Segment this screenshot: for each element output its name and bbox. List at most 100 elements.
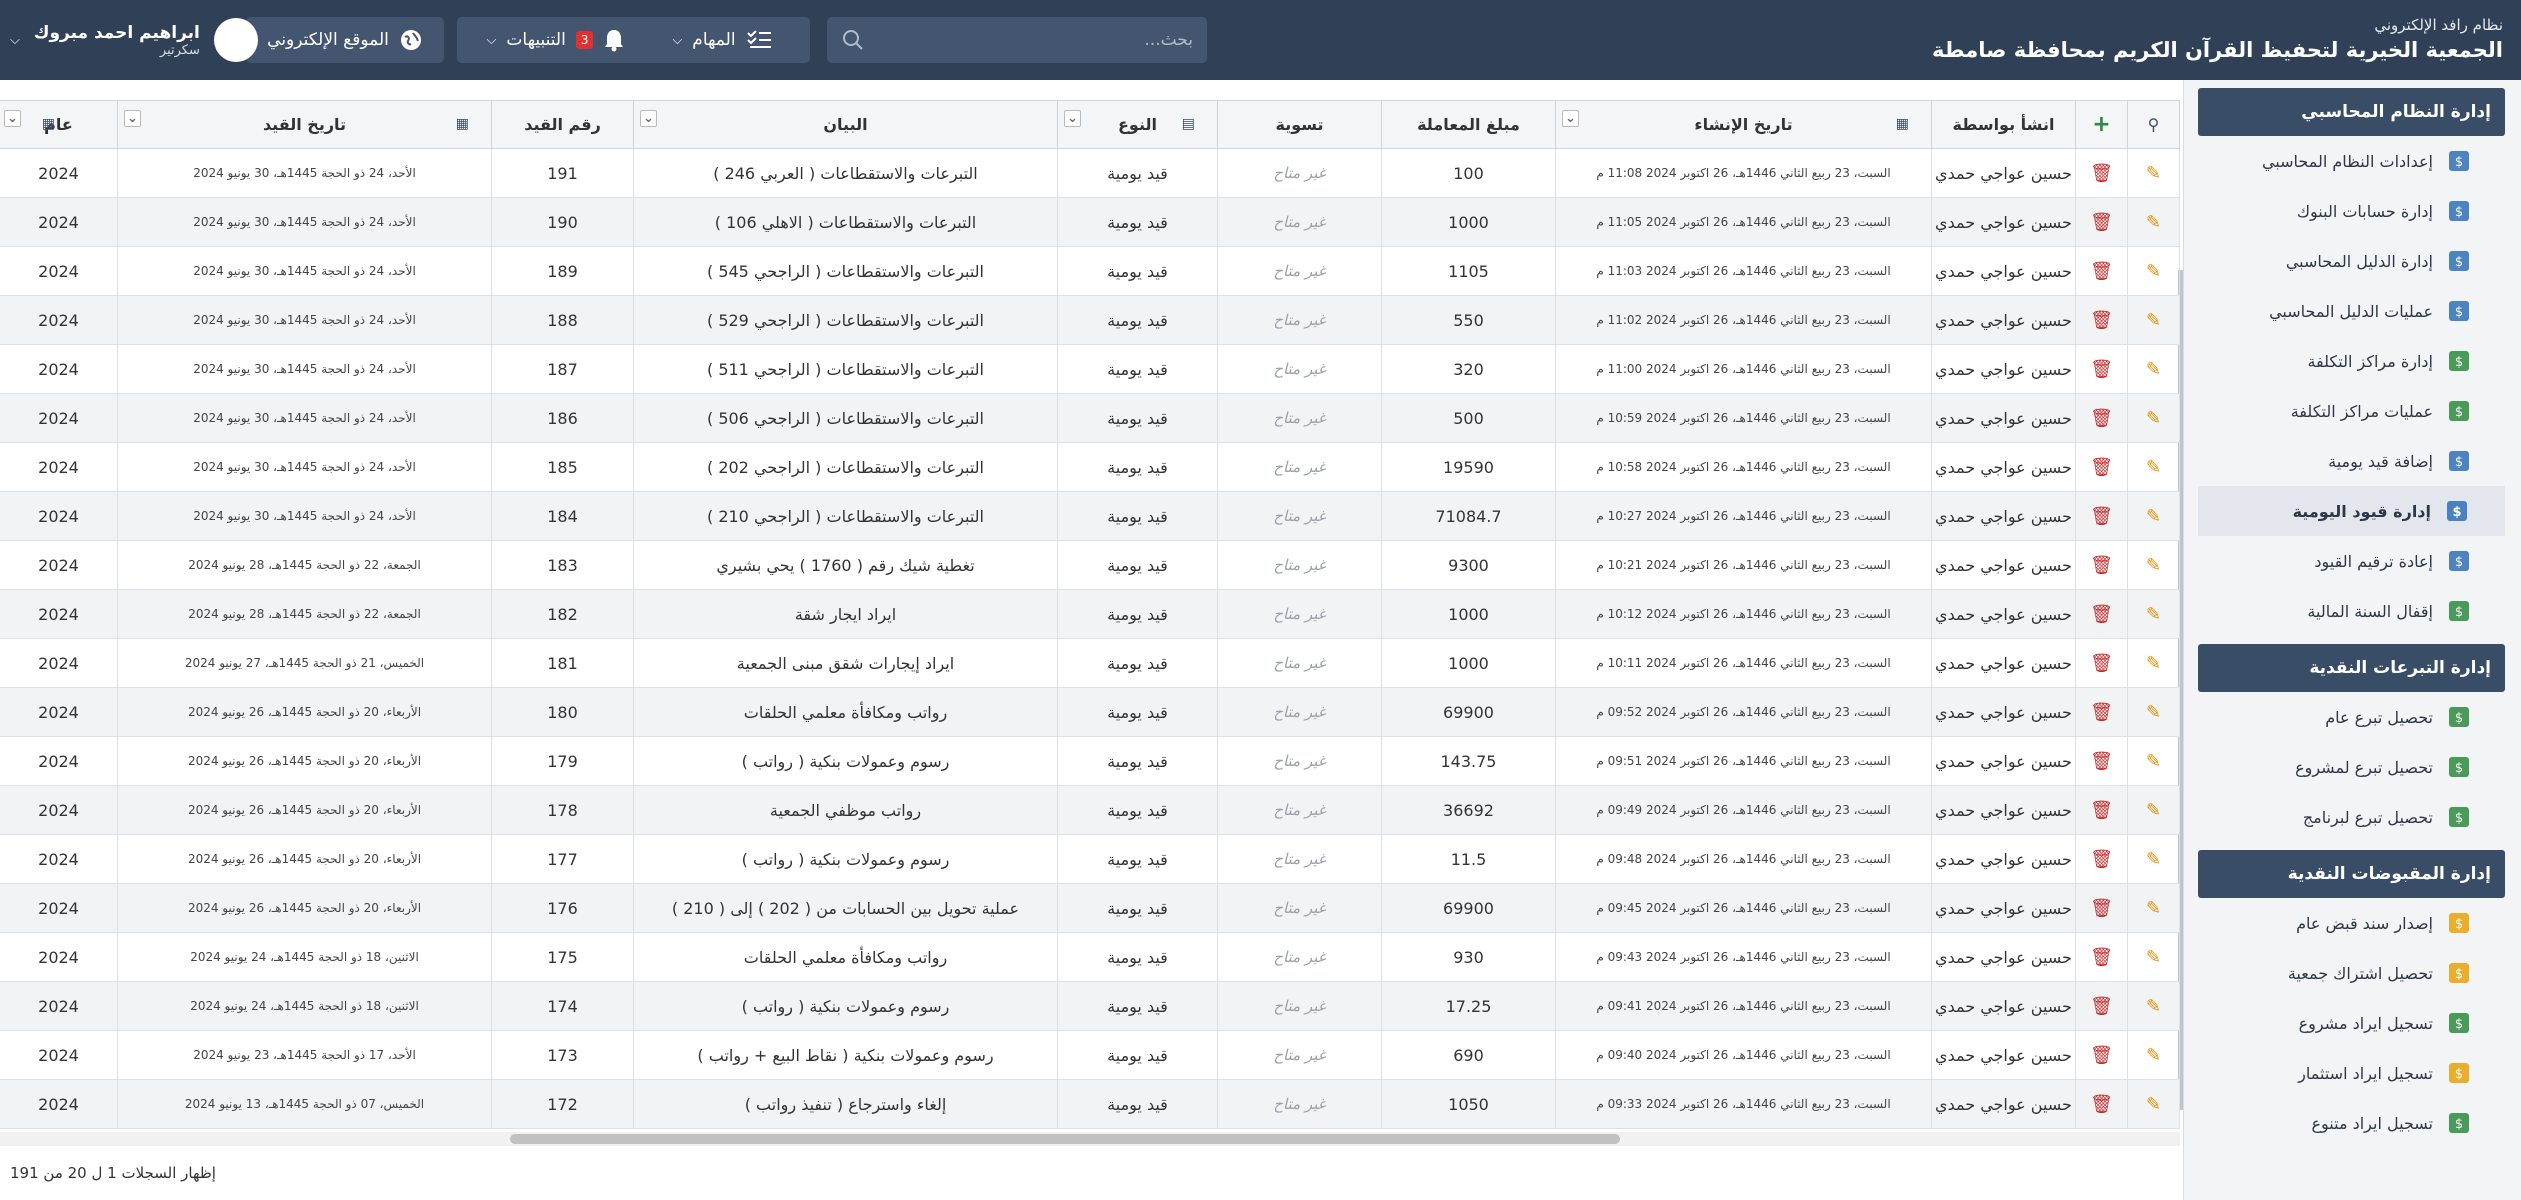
edit-icon[interactable]: ✎ bbox=[2146, 408, 2161, 429]
col-year[interactable]: ▦ عام ⌄ bbox=[0, 100, 118, 149]
col-type[interactable]: ▤ النوع ⌄ bbox=[1057, 100, 1218, 149]
trash-icon[interactable]: 🗑 bbox=[2090, 604, 2113, 625]
edit-icon[interactable]: ✎ bbox=[2146, 702, 2161, 723]
table-row[interactable]: ✎ 🗑 حسين عواجي حمدي السبت، 23 ربيع الثاني 1… bbox=[0, 981, 2180, 1031]
trash-icon[interactable]: 🗑 bbox=[2090, 555, 2113, 576]
edit-icon[interactable]: ✎ bbox=[2146, 898, 2161, 919]
edit-icon[interactable]: ✎ bbox=[2146, 457, 2161, 478]
edit-icon[interactable]: ✎ bbox=[2146, 555, 2161, 576]
trash-icon[interactable]: 🗑 bbox=[2090, 310, 2113, 331]
col-amount[interactable]: مبلغ المعاملة bbox=[1381, 100, 1556, 149]
sidebar-item[interactable]: $ إدارة الدليل المحاسبي bbox=[2184, 236, 2521, 286]
user-menu[interactable]: ⌵ ابراهيم احمد مبروك سكرتير bbox=[10, 16, 258, 64]
sidebar-item[interactable]: $ تحصيل تبرع لبرنامج bbox=[2184, 792, 2521, 842]
edit-icon[interactable]: ✎ bbox=[2146, 604, 2161, 625]
table-row[interactable]: ✎ 🗑 حسين عواجي حمدي السبت، 23 ربيع الثاني 1… bbox=[0, 295, 2180, 345]
avatar[interactable] bbox=[213, 18, 258, 62]
sidebar-item[interactable]: $ إضافة قيد يومية bbox=[2184, 436, 2521, 486]
sidebar-item[interactable]: $ إعادة ترقيم القيود bbox=[2184, 536, 2521, 586]
edit-icon[interactable]: ✎ bbox=[2146, 163, 2161, 184]
chevron-down-icon[interactable]: ⌄ bbox=[4, 110, 21, 127]
trash-icon[interactable]: 🗑 bbox=[2090, 653, 2113, 674]
table-row[interactable]: ✎ 🗑 حسين عواجي حمدي السبت، 23 ربيع الثاني 1… bbox=[0, 687, 2180, 737]
edit-icon[interactable]: ✎ bbox=[2146, 1045, 2161, 1066]
edit-icon[interactable]: ✎ bbox=[2146, 359, 2161, 380]
trash-icon[interactable]: 🗑 bbox=[2090, 212, 2113, 233]
search-input[interactable] bbox=[865, 30, 1193, 50]
website-button[interactable]: الموقع الإلكتروني bbox=[246, 17, 444, 63]
trash-icon[interactable]: 🗑 bbox=[2090, 457, 2113, 478]
search-column-button[interactable]: ⚲ bbox=[2127, 100, 2180, 149]
horizontal-scrollbar[interactable] bbox=[0, 1132, 2180, 1146]
edit-icon[interactable]: ✎ bbox=[2146, 310, 2161, 331]
sidebar-item[interactable]: $ إدارة حسابات البنوك bbox=[2184, 186, 2521, 236]
trash-icon[interactable]: 🗑 bbox=[2090, 702, 2113, 723]
col-statement[interactable]: البيان ⌄ bbox=[633, 100, 1058, 149]
trash-icon[interactable]: 🗑 bbox=[2090, 506, 2113, 527]
table-row[interactable]: ✎ 🗑 حسين عواجي حمدي السبت، 23 ربيع الثاني 1… bbox=[0, 197, 2180, 247]
table-row[interactable]: ✎ 🗑 حسين عواجي حمدي السبت، 23 ربيع الثاني 1… bbox=[0, 932, 2180, 982]
trash-icon[interactable]: 🗑 bbox=[2090, 849, 2113, 870]
scrollbar-thumb[interactable] bbox=[510, 1134, 1620, 1144]
trash-icon[interactable]: 🗑 bbox=[2090, 359, 2113, 380]
sidebar-item[interactable]: $ إصدار سند قبض عام bbox=[2184, 898, 2521, 948]
edit-icon[interactable]: ✎ bbox=[2146, 653, 2161, 674]
table-row[interactable]: ✎ 🗑 حسين عواجي حمدي السبت، 23 ربيع الثاني 1… bbox=[0, 785, 2180, 835]
chevron-down-icon[interactable]: ⌄ bbox=[1064, 110, 1081, 127]
edit-icon[interactable]: ✎ bbox=[2146, 261, 2161, 282]
table-row[interactable]: ✎ 🗑 حسين عواجي حمدي السبت، 23 ربيع الثاني 1… bbox=[0, 638, 2180, 688]
sidebar-item[interactable]: $ تسجيل ايراد متنوع bbox=[2184, 1098, 2521, 1148]
table-row[interactable]: ✎ 🗑 حسين عواجي حمدي السبت، 23 ربيع الثاني 1… bbox=[0, 834, 2180, 884]
trash-icon[interactable]: 🗑 bbox=[2090, 1045, 2113, 1066]
table-row[interactable]: ✎ 🗑 حسين عواجي حمدي السبت، 23 ربيع الثاني 1… bbox=[0, 540, 2180, 590]
chevron-down-icon[interactable]: ⌄ bbox=[640, 110, 657, 127]
trash-icon[interactable]: 🗑 bbox=[2090, 163, 2113, 184]
trash-icon[interactable]: 🗑 bbox=[2090, 996, 2113, 1017]
sidebar-item[interactable]: $ تحصيل تبرع لمشروع bbox=[2184, 742, 2521, 792]
sidebar-item[interactable]: $ إدارة قيود اليومية bbox=[2198, 486, 2505, 536]
edit-icon[interactable]: ✎ bbox=[2146, 996, 2161, 1017]
sidebar-item[interactable]: $ تسجيل ايراد مشروع bbox=[2184, 998, 2521, 1048]
edit-icon[interactable]: ✎ bbox=[2146, 947, 2161, 968]
trash-icon[interactable]: 🗑 bbox=[2090, 261, 2113, 282]
sidebar-item[interactable]: $ إقفال السنة المالية bbox=[2184, 586, 2521, 636]
col-created-by[interactable]: انشأ بواسطة bbox=[1931, 100, 2076, 149]
sidebar-item[interactable]: $ تحصيل تبرع عام bbox=[2184, 692, 2521, 742]
edit-icon[interactable]: ✎ bbox=[2146, 506, 2161, 527]
table-row[interactable]: ✎ 🗑 حسين عواجي حمدي السبت، 23 ربيع الثاني 1… bbox=[0, 491, 2180, 541]
edit-icon[interactable]: ✎ bbox=[2146, 1094, 2161, 1115]
trash-icon[interactable]: 🗑 bbox=[2090, 947, 2113, 968]
table-row[interactable]: ✎ 🗑 حسين عواجي حمدي السبت، 23 ربيع الثاني 1… bbox=[0, 442, 2180, 492]
add-entry-button[interactable]: + bbox=[2075, 100, 2128, 149]
col-settlement[interactable]: تسوية bbox=[1217, 100, 1382, 149]
sidebar-item[interactable]: $ عمليات مراكز التكلفة bbox=[2184, 386, 2521, 436]
col-entry-no[interactable]: رقم القيد bbox=[491, 100, 634, 149]
table-row[interactable]: ✎ 🗑 حسين عواجي حمدي السبت، 23 ربيع الثاني 1… bbox=[0, 883, 2180, 933]
col-created-at[interactable]: ▦ تاريخ الإنشاء ⌄ bbox=[1555, 100, 1932, 149]
sidebar-item[interactable]: $ إعدادات النظام المحاسبي bbox=[2184, 136, 2521, 186]
search-box[interactable] bbox=[827, 17, 1207, 63]
chevron-down-icon[interactable]: ⌄ bbox=[124, 110, 141, 127]
table-row[interactable]: ✎ 🗑 حسين عواجي حمدي السبت، 23 ربيع الثاني 1… bbox=[0, 589, 2180, 639]
sidebar-section-header[interactable]: إدارة المقبوضات النقدية bbox=[2198, 850, 2505, 898]
table-row[interactable]: ✎ 🗑 حسين عواجي حمدي السبت، 23 ربيع الثاني 1… bbox=[0, 344, 2180, 394]
sidebar-item[interactable]: $ تحصيل اشتراك جمعية bbox=[2184, 948, 2521, 998]
tasks-button[interactable]: المهام ⌵ bbox=[634, 17, 810, 63]
col-entry-date[interactable]: ▦ تاريخ القيد ⌄ bbox=[117, 100, 492, 149]
table-row[interactable]: ✎ 🗑 حسين عواجي حمدي السبت، 23 ربيع الثاني 1… bbox=[0, 148, 2180, 198]
alerts-button[interactable]: 3 التنبيهات ⌵ bbox=[457, 17, 655, 63]
chevron-down-icon[interactable]: ⌄ bbox=[1562, 110, 1579, 127]
sidebar-section-header[interactable]: إدارة النظام المحاسبي bbox=[2198, 88, 2505, 136]
table-row[interactable]: ✎ 🗑 حسين عواجي حمدي السبت، 23 ربيع الثاني 1… bbox=[0, 1079, 2180, 1129]
trash-icon[interactable]: 🗑 bbox=[2090, 800, 2113, 821]
sidebar-item[interactable]: $ عمليات الدليل المحاسبي bbox=[2184, 286, 2521, 336]
sidebar-item[interactable]: $ إدارة مراكز التكلفة bbox=[2184, 336, 2521, 386]
edit-icon[interactable]: ✎ bbox=[2146, 212, 2161, 233]
table-row[interactable]: ✎ 🗑 حسين عواجي حمدي السبت، 23 ربيع الثاني 1… bbox=[0, 393, 2180, 443]
sidebar-item[interactable]: $ تسجيل ايراد استثمار bbox=[2184, 1048, 2521, 1098]
edit-icon[interactable]: ✎ bbox=[2146, 849, 2161, 870]
trash-icon[interactable]: 🗑 bbox=[2090, 408, 2113, 429]
table-row[interactable]: ✎ 🗑 حسين عواجي حمدي السبت، 23 ربيع الثاني 1… bbox=[0, 246, 2180, 296]
table-row[interactable]: ✎ 🗑 حسين عواجي حمدي السبت، 23 ربيع الثاني 1… bbox=[0, 1030, 2180, 1080]
trash-icon[interactable]: 🗑 bbox=[2090, 751, 2113, 772]
